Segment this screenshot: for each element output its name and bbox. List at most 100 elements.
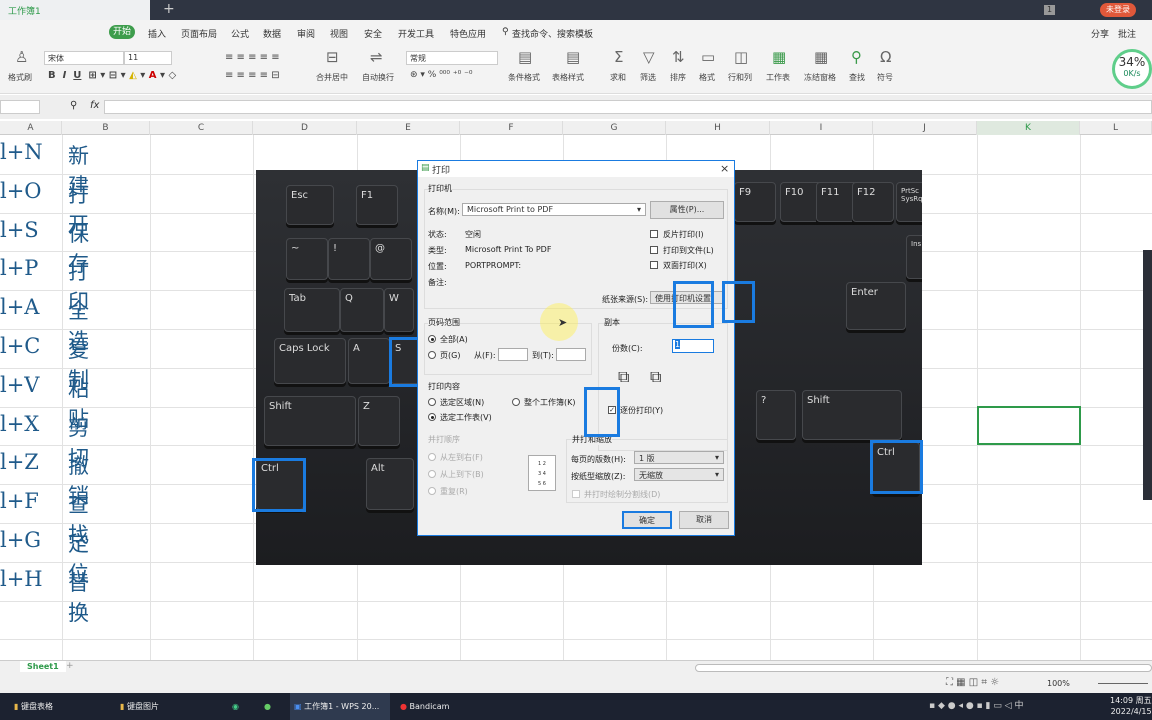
selection-radio[interactable] — [428, 398, 436, 406]
cancel-button[interactable]: 取消 — [679, 511, 729, 529]
pages-radio[interactable] — [428, 351, 436, 359]
merge-button[interactable]: 合并居中 — [316, 72, 348, 83]
menu-special[interactable]: 特色应用 — [450, 27, 486, 40]
menu-data[interactable]: 数据 — [263, 27, 281, 40]
ok-button[interactable]: 确定 — [622, 511, 672, 529]
menu-page-layout[interactable]: 页面布局 — [181, 27, 217, 40]
cell-shortcut[interactable]: l+Z — [0, 450, 62, 474]
align-buttons[interactable]: ≡ ≡ ≡ ≡ ≡ — [225, 52, 280, 63]
zoom-slider[interactable] — [1098, 683, 1148, 684]
login-button[interactable]: 未登录 — [1100, 3, 1136, 17]
clock[interactable]: 14:09 周五 2022/4/15 — [1110, 695, 1152, 717]
repeat-radio[interactable] — [428, 487, 436, 495]
ttb-radio[interactable] — [428, 470, 436, 478]
column-header-k[interactable]: K — [977, 121, 1080, 135]
column-header-f[interactable]: F — [460, 121, 563, 135]
scale-select[interactable]: 无缩放 ▾ — [634, 468, 724, 481]
speed-widget[interactable]: 34% 0K/s — [1112, 49, 1152, 89]
column-header-i[interactable]: I — [770, 121, 873, 135]
zoom-level[interactable]: 100% — [1047, 679, 1070, 688]
document-tab[interactable]: 工作簿1 — [0, 0, 150, 20]
ime-indicator[interactable]: 中 — [1014, 701, 1023, 711]
comment-button[interactable]: 批注 — [1118, 27, 1136, 40]
column-header-l[interactable]: L — [1080, 121, 1152, 135]
column-header-b[interactable]: B — [62, 121, 150, 135]
horizontal-scrollbar[interactable] — [695, 664, 1152, 672]
draw-lines-checkbox[interactable] — [572, 490, 580, 498]
view-mode-icons[interactable]: ⛶ ▦ ◫ ⌗ ☼ — [946, 677, 999, 688]
sheet-tab[interactable]: Sheet1 — [20, 661, 66, 672]
browser-icon[interactable]: ● — [260, 693, 280, 720]
menu-developer[interactable]: 开发工具 — [398, 27, 434, 40]
menu-start[interactable]: 开始 — [109, 25, 135, 39]
number-buttons[interactable]: ⊛ ▾ % ⁰⁰⁰ ⁺⁰ ⁻⁰ — [410, 70, 472, 80]
bold-button[interactable]: B I U ⊞ ▾ ⊟ ▾ ◭ ▾ A ▾ ◇ — [48, 70, 176, 81]
cell-shortcut[interactable]: l+A — [0, 295, 62, 319]
sort-button[interactable]: 排序 — [670, 72, 686, 83]
cond-format-button[interactable]: 条件格式 — [508, 72, 540, 83]
format-painter-button[interactable]: 格式刷 — [8, 72, 32, 83]
cell-shortcut[interactable]: l+O — [0, 179, 62, 203]
duplex-checkbox[interactable] — [650, 261, 658, 269]
halign-buttons[interactable]: ≡ ≡ ≡ ≡ ⊟ — [225, 70, 280, 81]
cell-shortcut[interactable]: l+V — [0, 373, 62, 397]
add-sheet-button[interactable]: + — [66, 661, 74, 671]
properties-button[interactable]: 属性(P)... — [650, 201, 724, 219]
cell-shortcut[interactable]: l+G — [0, 528, 62, 552]
menu-security[interactable]: 安全 — [364, 27, 382, 40]
cell-shortcut[interactable]: l+H — [0, 567, 62, 591]
find-button[interactable]: 查找 — [849, 72, 865, 83]
menu-review[interactable]: 审阅 — [297, 27, 315, 40]
column-header-h[interactable]: H — [666, 121, 770, 135]
column-header-d[interactable]: D — [253, 121, 357, 135]
cell-shortcut[interactable]: l+S — [0, 218, 62, 242]
taskbar-item[interactable]: ▮ 键盘表格 — [10, 693, 110, 720]
from-input[interactable] — [498, 348, 528, 361]
format-button[interactable]: 格式 — [699, 72, 715, 83]
worksheet-button[interactable]: 工作表 — [766, 72, 790, 83]
active-cell[interactable] — [977, 406, 1081, 445]
new-tab-button[interactable]: + — [163, 1, 175, 17]
sum-button[interactable]: 求和 — [610, 72, 626, 83]
tray-icons[interactable]: ▪ ◆ ● ◂ ● ▪ ▮ ▭ ◁ 中 — [925, 693, 1075, 720]
taskbar-item[interactable]: ● Bandicam — [396, 693, 496, 720]
taskbar-item[interactable]: ▮ 键盘图片 — [116, 693, 216, 720]
per-page-select[interactable]: 1 版 ▾ — [634, 451, 724, 464]
wrap-button[interactable]: 自动换行 — [362, 72, 394, 83]
symbol-button[interactable]: 符号 — [877, 72, 893, 83]
column-header-a[interactable]: A — [0, 121, 62, 135]
menu-view[interactable]: 视图 — [330, 27, 348, 40]
workbook-radio[interactable] — [512, 398, 520, 406]
cell-shortcut[interactable]: l+P — [0, 256, 62, 280]
number-format-select[interactable]: 常规 — [406, 51, 498, 65]
all-radio[interactable] — [428, 335, 436, 343]
column-header-g[interactable]: G — [563, 121, 666, 135]
share-button[interactable]: 分享 — [1091, 27, 1109, 40]
formula-input[interactable] — [104, 100, 1152, 114]
printer-select[interactable]: Microsoft Print to PDF ▾ — [462, 203, 646, 216]
reverse-checkbox[interactable] — [650, 230, 658, 238]
rowcol-button[interactable]: 行和列 — [728, 72, 752, 83]
font-size-select[interactable]: 11 — [124, 51, 172, 65]
column-header-e[interactable]: E — [357, 121, 460, 135]
cell-action[interactable]: 替换 — [68, 567, 89, 627]
copies-input[interactable]: 1 — [672, 339, 714, 353]
name-box[interactable] — [0, 100, 40, 114]
column-header-c[interactable]: C — [150, 121, 253, 135]
cell-shortcut[interactable]: l+N — [0, 140, 62, 164]
filter-button[interactable]: 筛选 — [640, 72, 656, 83]
cell-shortcut[interactable]: l+F — [0, 489, 62, 513]
ltr-radio[interactable] — [428, 453, 436, 461]
close-icon[interactable]: × — [720, 162, 729, 175]
table-style-button[interactable]: 表格样式 — [552, 72, 584, 83]
cell-shortcut[interactable]: l+X — [0, 412, 62, 436]
to-file-checkbox[interactable] — [650, 246, 658, 254]
cell-shortcut[interactable]: l+C — [0, 334, 62, 358]
command-search[interactable]: 查找命令、搜索模板 — [512, 27, 593, 40]
to-input[interactable] — [556, 348, 586, 361]
active-sheet-radio[interactable] — [428, 413, 436, 421]
menu-insert[interactable]: 插入 — [148, 27, 166, 40]
column-header-j[interactable]: J — [873, 121, 977, 135]
font-select[interactable]: 宋体 — [44, 51, 124, 65]
side-toolbar[interactable] — [1143, 250, 1152, 500]
